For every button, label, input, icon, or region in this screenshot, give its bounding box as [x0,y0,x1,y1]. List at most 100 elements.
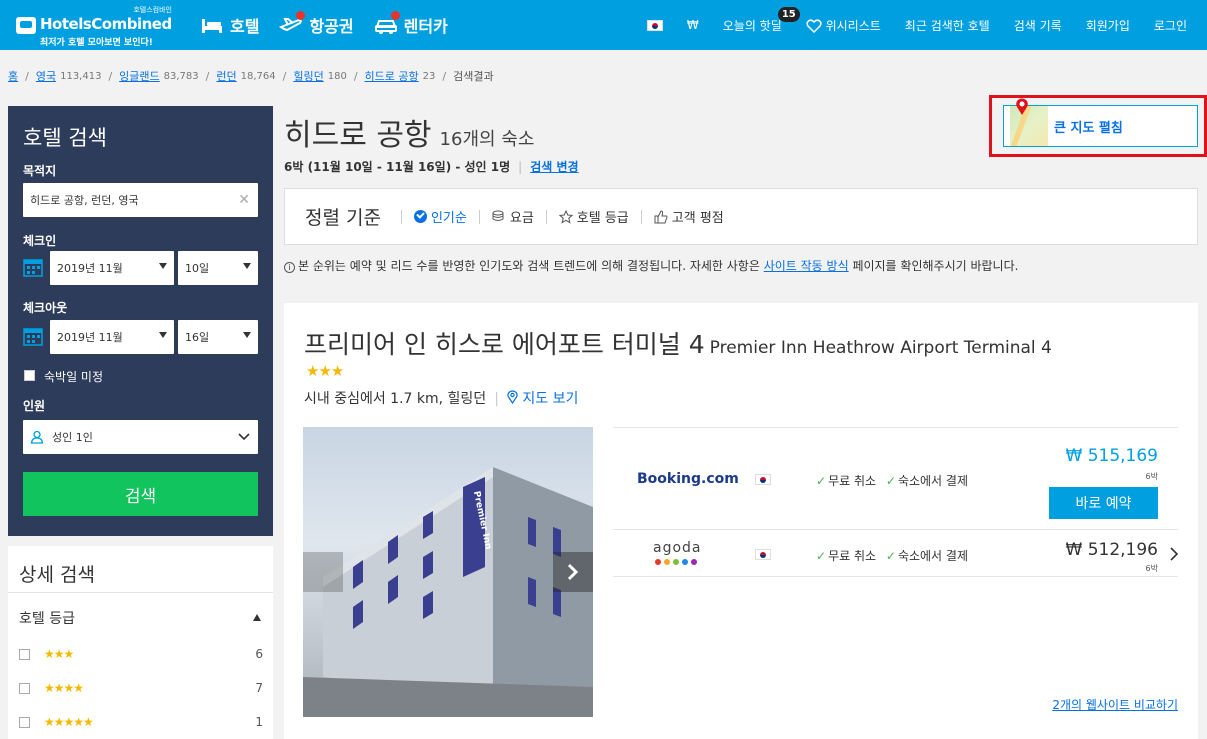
how-site-works-link[interactable]: 사이트 작동 방식 [764,259,849,273]
breadcrumb-hillingdon[interactable]: 힐링던 [293,68,323,84]
calendar-icon[interactable] [23,257,43,277]
undecided-checkbox[interactable] [24,370,35,381]
chevron-down-icon [243,332,251,338]
checkin-day-select[interactable]: 10일 [178,251,258,285]
currency-selector[interactable]: ₩ [687,18,699,32]
signup-link[interactable]: 회원가입 [1086,17,1130,34]
view-map-link[interactable]: 지도 보기 [522,391,578,407]
star-rating-icon: ★★★ [44,647,74,661]
chevron-right-icon [567,563,579,581]
cars-notification-dot [390,11,400,20]
guests-select[interactable]: 성인 1인 [23,420,258,454]
korea-flag-icon [755,549,771,560]
deal-row-agoda[interactable]: agoda ✓ 무료 취소 ✓ 숙소에서 결제 ₩ 512,196 6박 [613,529,1178,577]
sort-star-rating[interactable]: 호텔 등급 [545,209,641,226]
page-title: 히드로 공항 16개의 숙소 [284,110,534,154]
deal-price[interactable]: ₩ 512,196 [1065,540,1158,560]
undecided-label: 숙박일 미정 [44,370,104,384]
wishlist-link[interactable]: 위시리스트 [806,17,881,34]
pay-at-property-label: 숙소에서 결제 [897,474,968,488]
star-filter-5[interactable]: ★★★★★ 1 [19,715,263,729]
sort-guest-rating[interactable]: 고객 평점 [640,209,736,226]
star-rating-icon: ★★★★ [44,681,84,695]
previous-photo-button[interactable] [303,552,343,592]
compare-sites-link[interactable]: 2개의 웹사이트 비교하기 [1052,696,1178,713]
chevron-right-icon[interactable] [1170,547,1178,561]
heart-icon [806,19,822,33]
free-cancel-label: 무료 취소 [828,549,877,563]
breadcrumb-uk[interactable]: 영국 [36,68,56,84]
star-rating-section-title[interactable]: 호텔 등급 [19,608,75,628]
star-filter-checkbox[interactable] [19,716,30,728]
hotel-name[interactable]: 프리미어 인 히스로 에어포트 터미널 4 Premier Inn Heathro… [304,325,1052,361]
coins-icon [492,210,504,221]
breadcrumb-heathrow[interactable]: 히드로 공항 [365,68,419,84]
logo-tagline: 호텔스컴바인 [133,6,172,14]
sort-label: 정렬 기준 [305,207,381,229]
sort-star-rating-label: 호텔 등급 [576,211,629,226]
deal-price[interactable]: ₩ 515,169 [1065,446,1158,466]
agoda-dots [655,559,697,565]
login-link[interactable]: 로그인 [1154,17,1187,34]
flights-notification-dot [296,11,306,20]
hotel-name-korean: 프리미어 인 히스로 에어포트 터미널 4 [304,330,705,359]
destination-input[interactable]: 히드로 공항, 런던, 영국 ✕ [23,183,258,217]
checkout-label: 체크아웃 [23,301,68,315]
account-navigation: ₩ 오늘의 핫딜 15 위시리스트 최근 검색한 호텔 검색 기록 회원가입 로… [646,0,1187,50]
search-button[interactable]: 검색 [23,472,258,516]
book-now-button[interactable]: 바로 예약 [1049,487,1158,519]
checkin-month-select[interactable]: 2019년 11월 [50,251,174,285]
checkout-month-select[interactable]: 2019년 11월 [50,320,174,354]
destination-label: 목적지 [23,164,57,178]
breadcrumb-london[interactable]: 런던 [216,68,236,84]
guests-label: 인원 [23,399,46,413]
divider [8,592,273,593]
clear-icon[interactable]: ✕ [238,192,250,208]
star-filter-checkbox[interactable] [19,682,30,694]
plane-icon [279,11,306,35]
detail-search-panel: 상세 검색 호텔 등급 ★★★ 6 ★★★★ 7 ★★★★★ 1 [8,546,273,739]
breadcrumb-home[interactable]: 홈 [8,68,18,84]
nav-cars[interactable]: 렌터카 [374,11,448,37]
breadcrumb-count: 180 [327,70,347,82]
collapse-arrow-icon[interactable] [253,614,261,621]
star-filter-4[interactable]: ★★★★ 7 [19,681,263,695]
breadcrumb-england[interactable]: 잉글랜드 [119,68,159,84]
guests-value: 성인 1인 [52,431,93,444]
sort-popularity[interactable]: 인기순 [400,209,479,226]
chevron-down-icon [238,433,250,441]
map-marker-icon [507,390,518,405]
check-icon: ✓ [885,474,896,488]
breadcrumb-count: 23 [422,70,436,82]
calendar-icon[interactable] [23,326,43,346]
booking-logo[interactable]: Booking.com [637,471,739,487]
logo-bed-icon [16,17,36,34]
open-large-map-button[interactable]: 큰 지도 펼침 [1003,105,1198,147]
detail-search-title: 상세 검색 [19,564,95,586]
search-history-link[interactable]: 검색 기록 [1014,17,1062,34]
next-photo-button[interactable] [553,552,593,592]
ranking-notice: i본 순위는 예약 및 리드 수를 반영한 인기도와 검색 트렌드에 의해 결정… [284,258,1198,275]
nights-label: 6박 [1145,472,1158,481]
checkout-day-select[interactable]: 16일 [178,320,258,354]
change-search-link[interactable]: 검색 변경 [530,160,578,174]
chevron-down-icon [159,332,167,338]
free-cancel-label: 무료 취소 [828,474,877,488]
nav-hotels[interactable]: 호텔 [200,13,259,37]
checkout-day-value: 16일 [185,331,210,344]
recent-hotels-link[interactable]: 최근 검색한 호텔 [905,17,990,34]
korea-flag-icon[interactable] [646,19,663,31]
sort-price[interactable]: 요금 [478,209,546,226]
logo-name: HotelsCombined [40,15,172,33]
star-filter-checkbox[interactable] [19,648,30,660]
hotelscombined-logo[interactable]: 호텔스컴바인 HotelsCombined 최저가 호텔 모아보면 보인다! [14,5,174,48]
nav-flights[interactable]: 항공권 [279,11,354,37]
korea-flag-icon [755,474,771,485]
hotel-card: 프리미어 인 히스로 에어포트 터미널 4 Premier Inn Heathro… [284,303,1198,739]
notice-text: 본 순위는 예약 및 리드 수를 반영한 인기도와 검색 트렌드에 의해 결정됩… [298,259,764,273]
star-filter-3[interactable]: ★★★ 6 [19,647,263,661]
search-panel-title: 호텔 검색 [23,126,107,150]
hotel-photo[interactable]: Premier Inn [303,427,593,717]
todays-deals-link[interactable]: 오늘의 핫딜 15 [723,6,800,34]
breadcrumb-count: 83,783 [163,70,199,82]
